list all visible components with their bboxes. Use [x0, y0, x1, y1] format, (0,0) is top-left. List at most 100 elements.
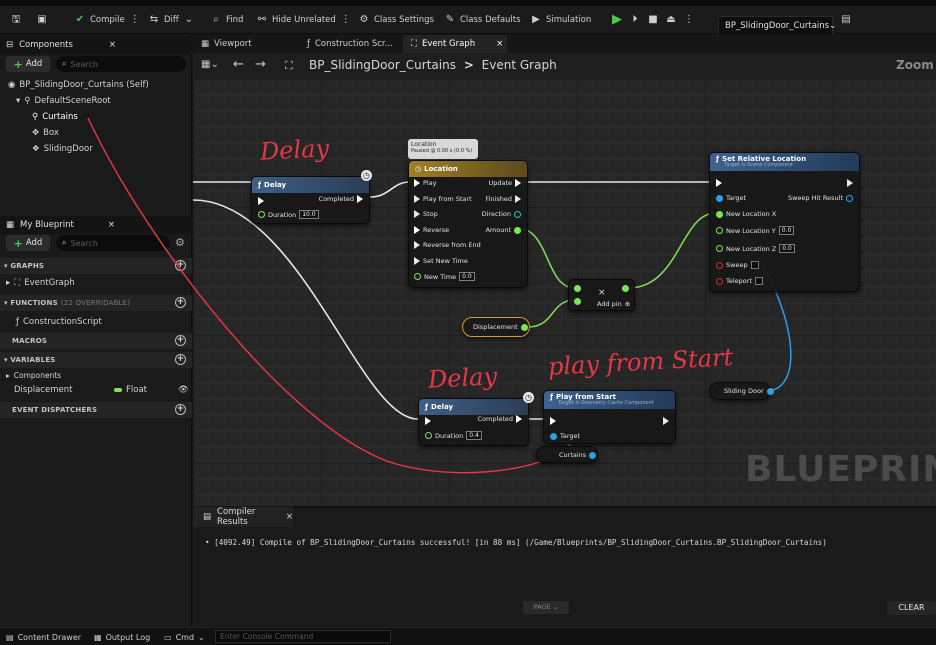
breadcrumb-graph[interactable]: Event Graph — [482, 58, 557, 72]
new-location-z-pin[interactable]: New Location Z 0.0 — [716, 244, 795, 253]
add-dispatcher-icon[interactable]: + — [175, 404, 186, 415]
add-graph-icon[interactable]: + — [175, 260, 186, 271]
breadcrumb-blueprint[interactable]: BP_SlidingDoor_Curtains — [309, 58, 456, 72]
new-location-x-pin[interactable]: New Location X — [716, 210, 776, 218]
save-button[interactable]: 🖫 — [10, 12, 22, 28]
compiler-message[interactable]: • [4092.49] Compile of BP_SlidingDoor_Cu… — [205, 538, 827, 547]
hide-options-icon[interactable]: ⋮ — [340, 14, 352, 26]
compile-options-icon[interactable]: ⋮ — [129, 14, 141, 26]
multiply-a-pin[interactable] — [574, 285, 581, 294]
diff-button[interactable]: ⇆ Diff ⌄ — [148, 12, 195, 28]
sweep-hit-result-pin[interactable]: Sweep Hit Result — [788, 194, 853, 202]
displacement-getter-node[interactable]: Displacement — [462, 317, 530, 337]
console-command-input[interactable]: Enter Console Command — [215, 630, 391, 643]
curtains-out-pin[interactable]: Curtains — [559, 451, 597, 459]
compiler-results-tab[interactable]: ▤ Compiler Results × — [193, 507, 293, 527]
components-search-input[interactable]: ⌕ Search — [56, 56, 186, 72]
construction-script-item[interactable]: ƒ ConstructionScript — [16, 317, 102, 327]
components-tab[interactable]: ⊟ Components × — [0, 36, 192, 54]
my-blueprint-tab[interactable]: ▦ My Blueprint × — [0, 216, 192, 234]
finished-pin[interactable]: Finished — [485, 195, 521, 203]
close-icon[interactable]: × — [286, 512, 293, 522]
play-pin[interactable]: Play — [414, 179, 437, 187]
sliding-door-getter-node[interactable]: Sliding Door — [709, 382, 774, 400]
exec-in-pin[interactable] — [425, 417, 431, 425]
direction-pin[interactable]: Direction — [482, 210, 521, 218]
tab-event-graph[interactable]: ⛶ Event Graph × — [403, 35, 507, 53]
graph-options-icon[interactable]: ▦⌄ — [201, 59, 219, 70]
duration-value[interactable]: 0.4 — [466, 431, 482, 440]
functions-section[interactable]: ▾ FUNCTIONS (22 OVERRIDABLE) + — [0, 295, 192, 311]
reverse-pin[interactable]: Reverse — [414, 226, 449, 234]
exec-out-pin[interactable] — [663, 417, 669, 425]
close-icon[interactable]: × — [496, 39, 503, 49]
component-default-scene-root[interactable]: ▾ ⚲ DefaultSceneRoot — [16, 96, 111, 106]
component-curtains[interactable]: ⚲ Curtains — [32, 112, 78, 122]
expand-arrow-icon[interactable]: ▾ — [16, 96, 20, 106]
add-variable-icon[interactable]: + — [175, 354, 186, 365]
completed-pin[interactable]: Completed — [478, 415, 522, 423]
hide-unrelated-button[interactable]: ⚯ Hide Unrelated ⋮ — [256, 12, 352, 28]
multiply-node[interactable]: × Add pin ⊕ — [568, 279, 635, 311]
duration-value[interactable]: 10.0 — [299, 210, 319, 219]
exec-in-pin[interactable] — [550, 417, 556, 425]
sliding-door-out-pin[interactable]: Sliding Door — [724, 387, 774, 395]
variable-components-category[interactable]: ▸ Components — [6, 371, 61, 380]
stop-icon[interactable]: ■ — [647, 14, 659, 26]
component-box[interactable]: ✥ Box — [32, 128, 59, 138]
new-time-pin[interactable]: New Time 0.0 — [414, 272, 475, 281]
amount-pin[interactable]: Amount — [485, 226, 521, 234]
add-macro-icon[interactable]: + — [175, 335, 186, 346]
gear-icon[interactable]: ⚙ — [175, 236, 185, 249]
curtains-getter-node[interactable]: Curtains — [536, 446, 598, 463]
set-new-time-pin[interactable]: Set New Time — [414, 257, 468, 265]
delay-node-1[interactable]: ƒ Delay Completed Duration 10.0 — [251, 176, 370, 224]
delay-node-2[interactable]: ƒ Delay Completed Duration 0.4 — [418, 398, 529, 446]
component-self[interactable]: ◉ BP_SlidingDoor_Curtains (Self) — [8, 80, 149, 90]
blueprint-debug-selector[interactable]: BP_SlidingDoor_Curtains ⌄ — [718, 16, 836, 36]
add-function-icon[interactable]: + — [175, 297, 186, 308]
play-icon[interactable]: ▶ — [611, 13, 623, 26]
target-pin[interactable]: Target — [550, 432, 580, 440]
exec-in-pin[interactable] — [716, 179, 722, 187]
forward-arrow-icon[interactable]: → — [255, 57, 266, 72]
variable-displacement[interactable]: Displacement Float 👁 — [14, 385, 190, 395]
stop-pin[interactable]: Stop — [414, 210, 438, 218]
my-blueprint-search-input[interactable]: ⌕ Search — [56, 235, 170, 251]
compile-button[interactable]: ✔ Compile ⋮ — [74, 12, 141, 28]
class-defaults-button[interactable]: ✎ Class Defaults — [444, 12, 521, 28]
variables-section[interactable]: ▾ VARIABLES + — [0, 352, 192, 368]
completed-pin[interactable]: Completed — [319, 195, 363, 203]
close-icon[interactable]: × — [109, 40, 116, 50]
play-options-icon[interactable]: ⋮ — [683, 14, 695, 26]
sweep-checkbox[interactable] — [750, 261, 759, 269]
event-graph-item[interactable]: ▸ ⛶ EventGraph — [6, 278, 75, 288]
expand-arrow-icon[interactable]: ▸ — [6, 371, 10, 380]
eject-icon[interactable]: ⏏ — [665, 14, 677, 26]
tab-viewport[interactable]: ▦ Viewport — [193, 35, 299, 53]
duration-pin[interactable]: Duration 0.4 — [425, 431, 482, 440]
page-dropdown[interactable]: PAGE ⌄ — [523, 601, 569, 614]
find-button[interactable]: ⌕ Find — [210, 12, 243, 28]
duration-pin[interactable]: Duration 10.0 — [258, 210, 319, 219]
macros-section[interactable]: MACROS + — [0, 333, 192, 349]
cmd-dropdown[interactable]: ▭ Cmd ⌄ — [164, 631, 205, 643]
eye-icon[interactable]: 👁 — [178, 385, 189, 395]
new-location-y-pin[interactable]: New Location Y 0.0 — [716, 226, 795, 235]
graphs-section[interactable]: ▾ GRAPHS + — [0, 258, 192, 274]
component-sliding-door[interactable]: ❖ SlidingDoor — [32, 144, 93, 154]
content-drawer-button[interactable]: ▤ Content Drawer — [6, 631, 81, 643]
clear-button[interactable]: CLEAR — [887, 601, 936, 615]
class-settings-button[interactable]: ⚙ Class Settings — [358, 12, 434, 28]
output-log-button[interactable]: ▦ Output Log — [94, 631, 150, 643]
new-time-value[interactable]: 0.0 — [459, 272, 475, 281]
expand-arrow-icon[interactable]: ▸ — [6, 278, 10, 288]
close-icon[interactable]: × — [108, 220, 115, 230]
exec-out-pin[interactable] — [847, 179, 853, 187]
target-pin[interactable]: Target — [716, 194, 746, 202]
my-blueprint-add-button[interactable]: + Add — [6, 235, 50, 251]
back-arrow-icon[interactable]: ← — [233, 57, 244, 72]
sweep-pin[interactable]: Sweep — [716, 261, 759, 269]
timeline-node[interactable]: ◷ Location Play Play from Start Stop Reve… — [408, 160, 528, 288]
play-from-start-node[interactable]: ƒ Play from Start Target is Geometry Cach… — [543, 390, 676, 444]
